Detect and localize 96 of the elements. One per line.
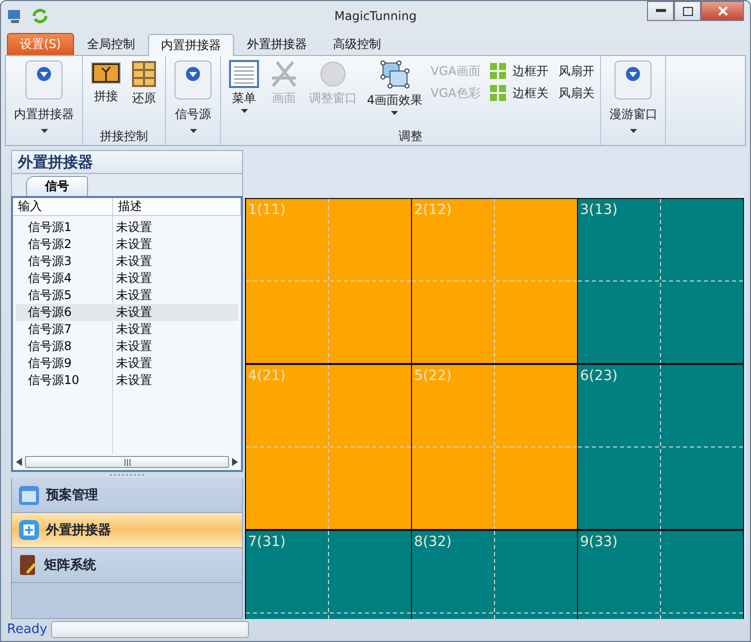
wall-screen[interactable]: 8(32) — [412, 530, 578, 619]
ball-icon — [319, 60, 347, 88]
scrollbar-thumb[interactable] — [25, 456, 229, 468]
ribbon-small-button[interactable]: 风扇关 — [558, 82, 594, 104]
frames-icon — [378, 60, 411, 90]
list-row[interactable]: 信号源7 未设置 — [16, 321, 238, 338]
screen-label: 9(33) — [579, 533, 619, 552]
calendar-icon — [18, 484, 40, 506]
ribbon-small-button[interactable]: 边框开 — [490, 60, 548, 82]
ribbon-button[interactable]: 拼接 — [89, 58, 123, 105]
caret-icon — [40, 129, 48, 133]
description-cell-text: 未设置 — [115, 372, 153, 389]
nav-item[interactable]: 矩阵系统 — [11, 548, 243, 583]
input-cell-text: 信号源6 — [27, 304, 73, 321]
screen-label: 5(22) — [413, 367, 453, 386]
ribbon-button[interactable]: 还原 — [129, 58, 159, 107]
screen-label: 1(11) — [247, 201, 287, 220]
input-cell-text: 信号源4 — [27, 270, 73, 287]
plus-icon — [18, 519, 40, 541]
picture-icon — [91, 60, 121, 86]
screen-label: 2(12) — [413, 201, 453, 220]
ribbon-tab[interactable]: 外置拼接器 — [234, 33, 320, 55]
ribbon-button[interactable]: 信号源 — [172, 58, 214, 133]
screen-label: 7(31) — [247, 533, 287, 552]
input-cell-text: 信号源7 — [27, 321, 73, 338]
input-cell-text: 信号源10 — [27, 372, 80, 389]
ribbon-small-button[interactable]: 风扇开 — [558, 60, 594, 82]
description-cell-text: 未设置 — [115, 270, 153, 287]
minimize-button[interactable] — [647, 1, 674, 21]
panel-tab[interactable]: 信号 — [26, 176, 88, 196]
description-cell-text: 未设置 — [115, 304, 153, 321]
screen-label: 6(23) — [579, 367, 619, 386]
wall-screen[interactable]: 7(31) — [246, 530, 412, 619]
input-cell-text: 信号源1 — [27, 219, 73, 236]
ribbon-button[interactable]: 漫游窗口 — [607, 58, 660, 133]
list-row[interactable]: 信号源10 未设置 — [16, 372, 238, 389]
list-row[interactable]: 信号源5 未设置 — [16, 287, 238, 304]
squares-icon — [490, 63, 506, 79]
column-header[interactable]: 描述 — [113, 198, 241, 215]
list-row[interactable]: 信号源4 未设置 — [16, 270, 238, 287]
description-cell-text: 未设置 — [115, 236, 153, 253]
caret-icon — [190, 129, 196, 133]
list-row[interactable]: 信号源1 未设置 — [16, 219, 238, 236]
caret-icon — [630, 129, 637, 133]
input-cell-text: 信号源9 — [27, 355, 73, 372]
input-cell-text: 信号源8 — [27, 338, 73, 355]
close-button[interactable] — [701, 1, 744, 21]
column-header[interactable]: 输入 — [13, 198, 113, 215]
list-row[interactable]: 信号源6 未设置 — [16, 304, 238, 321]
maximize-icon — [682, 6, 692, 16]
list-row[interactable]: 信号源2 未设置 — [16, 236, 238, 253]
input-cell-text: 信号源3 — [27, 253, 73, 270]
window-title: MagicTunning — [334, 9, 417, 23]
scroll-right-icon[interactable] — [232, 458, 238, 466]
ribbon-button[interactable]: 菜单 — [227, 58, 261, 113]
list-row[interactable]: 信号源3 未设置 — [16, 253, 238, 270]
input-cell-text: 信号源5 — [27, 287, 73, 304]
description-cell-text: 未设置 — [115, 219, 153, 236]
wall-screen[interactable]: 9(33) — [578, 530, 744, 619]
caret-icon — [391, 111, 398, 115]
description-cell-text: 未设置 — [115, 355, 153, 372]
wall-screen[interactable]: 6(23) — [578, 364, 744, 530]
list-row[interactable]: 信号源8 未设置 — [16, 338, 238, 355]
ribbon-tab[interactable]: 全局控制 — [74, 33, 148, 55]
computer-icon[interactable] — [7, 8, 23, 24]
screen-label: 3(13) — [579, 201, 619, 220]
description-cell-text: 未设置 — [115, 287, 153, 304]
description-cell-text: 未设置 — [115, 338, 153, 355]
description-cell-text: 未设置 — [115, 253, 153, 270]
tools-icon — [269, 60, 299, 88]
status-text: Ready — [7, 622, 48, 636]
close-icon — [718, 6, 728, 16]
description-cell-text: 未设置 — [115, 321, 153, 338]
minimize-icon — [656, 9, 666, 13]
panel-title: 外置拼接器 — [11, 150, 243, 174]
screen-label: 4(21) — [247, 367, 287, 386]
list-row[interactable]: 信号源9 未设置 — [16, 355, 238, 372]
maximize-button[interactable] — [674, 1, 701, 21]
tiles-icon — [131, 60, 157, 88]
nav-item[interactable]: 预案管理 — [11, 478, 243, 513]
nav-item[interactable]: 外置拼接器 — [11, 513, 243, 548]
scroll-left-icon[interactable] — [16, 458, 22, 466]
wall-screen[interactable]: 3(13) — [578, 198, 744, 364]
ribbon-button[interactable]: 4画面效果 — [365, 58, 425, 115]
group-label: 调整 — [398, 128, 424, 145]
ribbon-button[interactable]: 内置拼接器 — [12, 58, 76, 133]
notebook-icon — [18, 554, 38, 576]
ribbon-small-button[interactable]: 边框关 — [490, 82, 548, 104]
squares-icon — [490, 85, 506, 101]
caret-icon — [240, 109, 248, 113]
list-icon — [229, 60, 259, 88]
screen-label: 8(32) — [413, 533, 453, 552]
group-label: 拼接控制 — [99, 128, 149, 145]
ribbon-tab[interactable]: 内置拼接器 — [148, 34, 234, 56]
ribbon-tab[interactable]: 高级控制 — [320, 33, 394, 55]
input-cell-text: 信号源2 — [27, 236, 73, 253]
